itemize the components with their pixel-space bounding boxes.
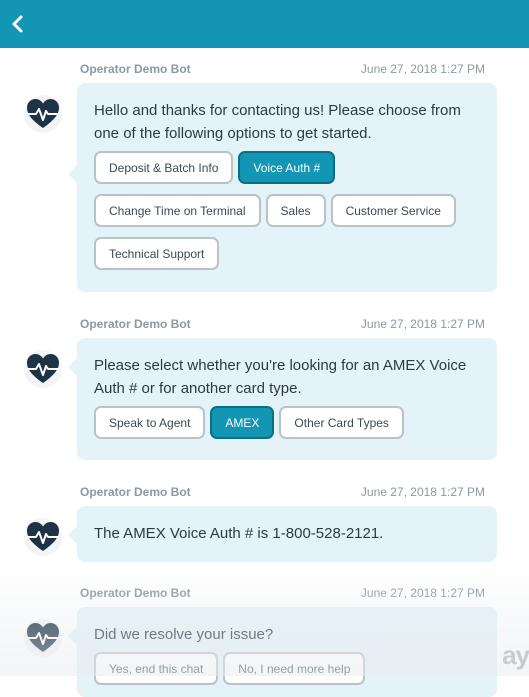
option-sales[interactable]: Sales [265, 194, 326, 227]
message-text: Did we resolve your issue? [94, 626, 274, 643]
option-other-card-types[interactable]: Other Card Types [279, 406, 404, 439]
bot-avatar [24, 619, 62, 657]
chevron-left-icon [12, 15, 23, 33]
message-timestamp: June 27, 2018 1:27 PM [360, 317, 485, 331]
message-timestamp: June 27, 2018 1:27 PM [360, 586, 485, 600]
sender-name: Operator Demo Bot [80, 62, 191, 76]
message-timestamp: June 27, 2018 1:27 PM [360, 485, 485, 499]
option-list: Speak to Agent AMEX Other Card Types [94, 406, 480, 439]
option-change-time-on-terminal[interactable]: Change Time on Terminal [94, 194, 261, 227]
option-customer-service[interactable]: Customer Service [330, 194, 456, 227]
top-bar [0, 0, 529, 48]
option-list: Deposit & Batch Info Voice Auth # Change… [94, 151, 480, 270]
bot-avatar [24, 95, 62, 133]
message-text: The AMEX Voice Auth # is 1-800-528-2121. [94, 525, 384, 542]
sender-name: Operator Demo Bot [80, 586, 191, 600]
message-timestamp: June 27, 2018 1:27 PM [360, 62, 485, 76]
option-technical-support[interactable]: Technical Support [94, 237, 220, 270]
option-voice-auth[interactable]: Voice Auth # [238, 151, 336, 184]
heart-pulse-icon [27, 99, 59, 128]
option-list: Yes, end this chat No, I need more help [94, 652, 480, 685]
sender-name: Operator Demo Bot [80, 485, 191, 499]
heart-pulse-icon [27, 354, 59, 383]
message-text: Please select whether you're looking for… [94, 357, 467, 397]
option-amex[interactable]: AMEX [210, 406, 275, 439]
message-bubble: Hello and thanks for contacting us! Plea… [68, 83, 497, 292]
option-deposit-batch-info[interactable]: Deposit & Batch Info [94, 151, 234, 184]
message-text: Hello and thanks for contacting us! Plea… [94, 102, 461, 142]
watermark-text: ay [502, 640, 529, 670]
sender-name: Operator Demo Bot [80, 317, 191, 331]
back-button[interactable] [6, 10, 30, 38]
option-need-more-help[interactable]: No, I need more help [223, 652, 366, 685]
heart-pulse-icon [27, 522, 59, 551]
bot-avatar [24, 518, 62, 556]
message-bubble: The AMEX Voice Auth # is 1-800-528-2121. [68, 506, 497, 562]
message-bubble: Please select whether you're looking for… [68, 338, 497, 460]
bot-avatar [24, 350, 62, 388]
option-yes-end-chat[interactable]: Yes, end this chat [94, 652, 219, 685]
message-bubble: Did we resolve your issue? Yes, end this… [68, 607, 497, 697]
option-speak-to-agent[interactable]: Speak to Agent [94, 406, 206, 439]
heart-pulse-icon [27, 623, 59, 652]
